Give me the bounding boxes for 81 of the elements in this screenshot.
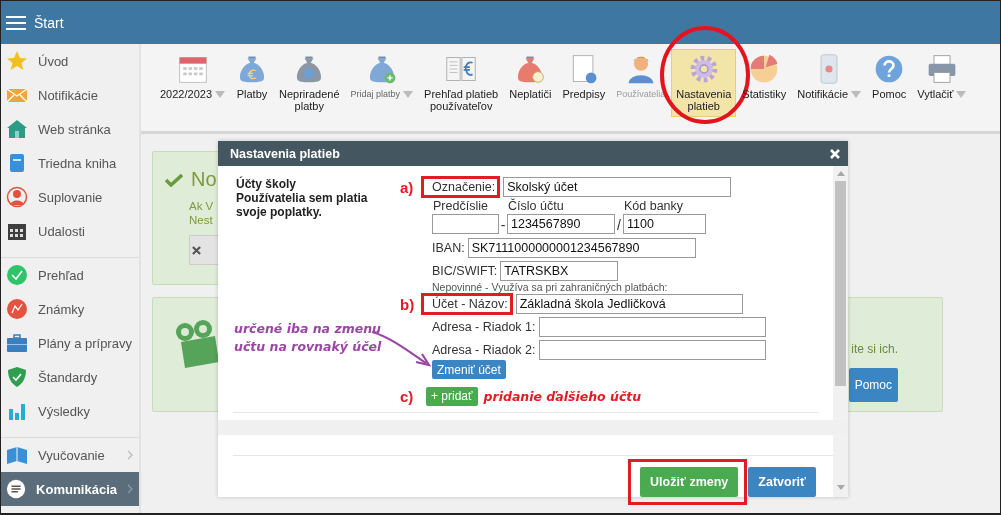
sidebar-item[interactable]: Suplovanie	[1, 180, 139, 214]
scroll-thumb[interactable]	[835, 181, 846, 386]
notice-text: Nest	[189, 213, 213, 227]
address-field[interactable]	[538, 340, 766, 360]
sidebar-item[interactable]: Vyučovanie	[1, 438, 139, 472]
toolbar-button[interactable]: Pridaj platby	[345, 49, 419, 117]
separator-text: -	[499, 216, 507, 234]
dialog-title: Nastavenia platieb	[230, 146, 340, 161]
field-label: Účet - Názov:	[421, 293, 513, 315]
sidebar-item[interactable]: Web stránka	[1, 112, 139, 146]
account-field[interactable]: 1100	[623, 214, 706, 234]
notice-heading: No	[191, 168, 217, 191]
book-icon	[6, 444, 28, 466]
sidebar-item[interactable]: Známky	[1, 292, 139, 326]
section-title: Účty školy	[236, 177, 298, 191]
info-text: ite si ich.	[851, 342, 898, 356]
sidebar-item[interactable]: Triedna kniha	[1, 146, 139, 180]
toolbar-button[interactable]: Predpisy	[557, 49, 611, 117]
field-label: Označenie:	[421, 176, 501, 198]
field-label: IBAN:	[431, 241, 465, 255]
close-icon[interactable]	[830, 148, 840, 159]
sidebar-item[interactable]: Výsledky	[1, 394, 139, 428]
sidebar-item[interactable]: Štandardy	[1, 360, 139, 394]
field-label: Číslo účtu	[507, 199, 565, 214]
help-button[interactable]: Pomoc	[848, 368, 898, 402]
briefcase-icon	[6, 332, 28, 354]
separator-text: /	[616, 216, 622, 234]
checkmark-icon	[165, 172, 183, 187]
house-icon	[6, 118, 28, 140]
hint-text: Nepovinné - Využíva sa pri zahraničných platbách:	[431, 281, 668, 293]
account-field[interactable]: 1234567890	[507, 214, 615, 234]
camera-icon	[175, 320, 221, 370]
sidebar-item[interactable]: Notifikácie	[1, 78, 139, 112]
app-title: Štart	[34, 14, 64, 31]
name-field[interactable]: Skolský účet	[503, 177, 732, 197]
notice-text: Ak V	[189, 199, 214, 213]
annotation-label: c)	[400, 387, 415, 405]
toolbar-button[interactable]: Pomoc	[867, 49, 912, 117]
annotation-label: a)	[400, 178, 415, 196]
account-field[interactable]	[432, 214, 499, 234]
account-name-field[interactable]: Základná škola Jedličková	[515, 294, 743, 314]
toolbar-button[interactable]: Notifikácie	[792, 49, 867, 117]
toolbar-button[interactable]: Nastavenia platieb	[671, 49, 737, 117]
field-label: Adresa - Riadok 2:	[431, 343, 536, 357]
checkmark-icon	[6, 264, 28, 286]
toolbar-button[interactable]: Neplatiči	[504, 49, 557, 117]
toolbar-button[interactable]: Vytlačiť	[912, 49, 972, 117]
star-icon	[6, 50, 28, 72]
dismiss-button[interactable]	[189, 235, 219, 265]
menu-icon[interactable]	[6, 14, 26, 31]
scroll-up-icon[interactable]	[836, 171, 845, 176]
annotation-label: b)	[400, 295, 416, 313]
field-label: Predčíslie	[432, 199, 489, 214]
annotation-note: pridanie ďalšieho účtu	[483, 388, 642, 404]
scrollbar[interactable]	[833, 435, 848, 497]
toolbar-button[interactable]: 2022/2023	[155, 49, 230, 117]
field-label: Kód banky	[623, 199, 685, 214]
chart-icon	[6, 298, 28, 320]
section-description: Používatelia sem platia svoje poplatky.	[236, 191, 369, 219]
address-field[interactable]	[538, 317, 766, 337]
toolbar-button[interactable]: Prehľad platieb používateľov	[419, 49, 504, 117]
toolbar-button[interactable]: Platby	[231, 49, 273, 117]
field-label: Adresa - Riadok 1:	[431, 320, 536, 334]
scrollbar[interactable]	[833, 166, 848, 420]
sidebar-item[interactable]: Komunikácia	[1, 472, 139, 506]
shield-icon	[6, 366, 28, 388]
sidebar-item[interactable]: Udalosti	[1, 214, 139, 248]
sidebar-item[interactable]: Plány a prípravy	[1, 326, 139, 360]
sidebar-item[interactable]: Prehľad	[1, 258, 139, 292]
person-icon	[6, 186, 28, 208]
bic-field[interactable]: TATRSKBX	[500, 261, 619, 281]
toolbar-button[interactable]: Nepriradené platby	[274, 49, 345, 117]
close-icon	[192, 245, 201, 255]
chat-icon	[6, 478, 27, 500]
scroll-down-icon[interactable]	[836, 485, 845, 490]
change-account-button[interactable]: Zmeniť účet	[432, 360, 506, 379]
sidebar-item[interactable]: Úvod	[1, 44, 139, 78]
iban-field[interactable]: SK7111000000001234567890	[467, 238, 696, 258]
close-button[interactable]: Zatvoriť	[748, 467, 816, 497]
field-label: BIC/SWIFT:	[431, 264, 498, 278]
annotation-note: určené iba na zmenu učtu na rovnaký účel	[234, 320, 382, 356]
